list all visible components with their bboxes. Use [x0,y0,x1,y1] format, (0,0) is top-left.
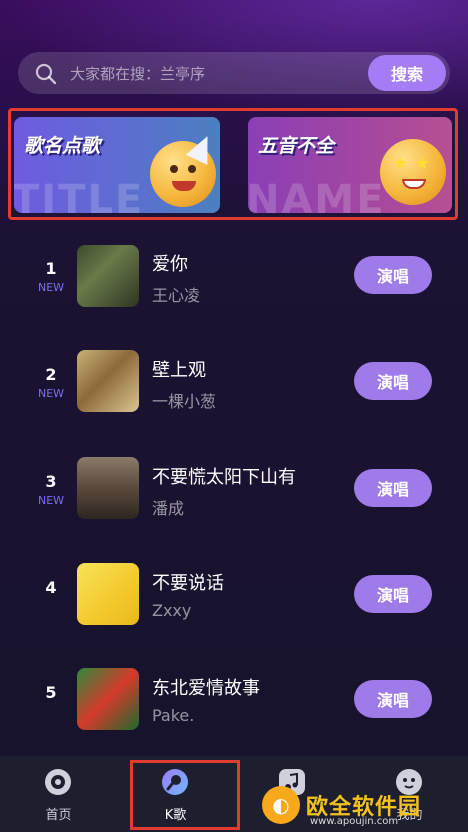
watermark: ◐ 欧全软件园 www.apoujin.com [262,782,462,828]
search-button[interactable]: 搜索 [368,55,446,91]
list-item[interactable]: 5 东北爱情故事 Pake. 演唱 [0,662,468,742]
home-disc-icon [45,769,71,795]
banner-song-title[interactable]: TITLE 歌名点歌 [14,117,220,213]
banner-title: 歌名点歌 [24,135,101,157]
banner-title: 五音不全 [258,135,335,157]
sing-button[interactable]: 演唱 [354,362,432,400]
song-artist: Zxxy [152,601,192,620]
album-cover [77,668,139,730]
sing-button[interactable]: 演唱 [354,469,432,507]
tab-label: 首页 [45,808,72,823]
song-title: 壁上观 [152,360,206,381]
sing-button[interactable]: 演唱 [354,575,432,613]
tab-home[interactable]: 首页 [0,756,117,832]
new-badge: NEW [37,494,65,507]
new-badge: NEW [37,281,65,294]
list-item[interactable]: 4 不要说话 Zxxy 演唱 [0,555,468,635]
song-title: 不要说话 [152,573,224,594]
album-cover [77,563,139,625]
search-icon [35,63,57,85]
song-artist: Pake. [152,706,195,725]
sing-button[interactable]: 演唱 [354,680,432,718]
song-artist: 一棵小葱 [152,392,217,411]
party-emoji-icon [150,131,219,207]
banner-bg-text: TITLE [14,177,145,213]
selected-tab-highlight [130,760,240,830]
search-input[interactable]: 大家都在搜：兰亭序 [70,63,205,84]
song-rank: 5 [45,683,57,702]
new-badge: NEW [37,387,65,400]
list-item[interactable]: 3 NEW 不要慌太阳下山有 潘成 演唱 [0,449,468,529]
song-artist: 潘成 [152,499,185,518]
watermark-url: www.apoujin.com [310,816,399,827]
album-cover [77,350,139,412]
song-artist: 王心凌 [152,286,201,305]
song-rank: 3 [45,472,57,491]
banner-tone-deaf[interactable]: NAME 五音不全 ★ ★ [248,117,452,213]
album-cover [77,245,139,307]
song-title: 不要慌太阳下山有 [152,467,296,488]
watermark-logo-icon: ◐ [262,786,300,824]
album-cover [77,457,139,519]
song-title: 东北爱情故事 [152,678,260,699]
song-title: 爱你 [152,254,188,275]
list-item[interactable]: 1 NEW 爱你 王心凌 演唱 [0,236,468,316]
sing-button[interactable]: 演唱 [354,256,432,294]
banner-bg-text: NAME [248,177,386,213]
search-bar[interactable]: 大家都在搜：兰亭序 搜索 [18,52,450,94]
song-rank: 4 [45,578,57,597]
list-item[interactable]: 2 NEW 壁上观 一棵小葱 演唱 [0,342,468,422]
song-rank: 1 [45,259,57,278]
song-rank: 2 [45,365,57,384]
star-eyes-emoji-icon: ★ ★ [380,139,446,205]
